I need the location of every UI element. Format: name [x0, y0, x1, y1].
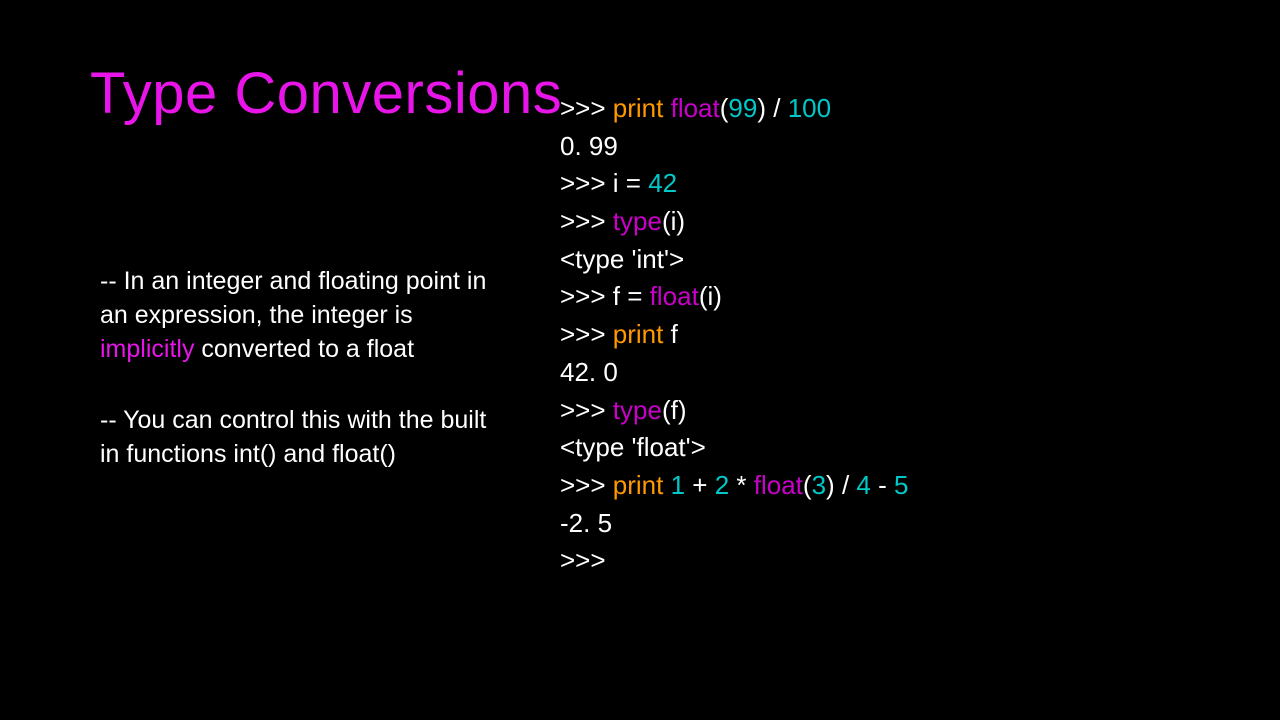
space [663, 93, 670, 123]
op-star: * [729, 470, 754, 500]
num-99: 99 [728, 93, 757, 123]
prompt: >>> [560, 93, 613, 123]
func-float: float [754, 470, 803, 500]
prompt: >>> [560, 470, 613, 500]
code-line-1: >>> print float(99) / 100 [560, 90, 1260, 128]
rparen: ) [826, 470, 835, 500]
rparen: ) [713, 281, 722, 311]
var-f: f [671, 319, 678, 349]
lparen: ( [803, 470, 812, 500]
prompt: >>> [560, 281, 613, 311]
space [663, 470, 670, 500]
bullet-1: -- In an integer and floating point in a… [100, 265, 500, 366]
num-1: 1 [671, 470, 685, 500]
var-f: f [613, 281, 620, 311]
op-eq: = [620, 281, 650, 311]
op-plus: + [685, 470, 715, 500]
func-type: type [613, 395, 662, 425]
op-eq: = [619, 168, 649, 198]
rparen: ) [678, 395, 687, 425]
bullet-1-pre: -- In an integer and floating point in a… [100, 267, 486, 329]
code-line-2: >>> i = 42 [560, 165, 1260, 203]
code-block: >>> print float(99) / 100 0. 99 >>> i = … [560, 90, 1260, 580]
op-div: / [766, 93, 788, 123]
body-text: -- In an integer and floating point in a… [100, 265, 500, 510]
slide-title: Type Conversions [90, 60, 562, 127]
op-div: / [835, 470, 857, 500]
keyword-print: print [613, 319, 664, 349]
num-2: 2 [715, 470, 729, 500]
code-output-5: -2. 5 [560, 505, 1260, 543]
rparen: ) [676, 206, 685, 236]
keyword-print: print [613, 470, 664, 500]
prompt: >>> [560, 206, 613, 236]
expr-i-eq-42: i = 42 [613, 168, 677, 198]
var-f: f [671, 395, 678, 425]
op-minus: - [871, 470, 894, 500]
lparen: ( [662, 395, 671, 425]
num-3: 3 [812, 470, 826, 500]
keyword-print: print [613, 93, 664, 123]
num-5: 5 [894, 470, 908, 500]
num-42: 42 [648, 168, 677, 198]
code-line-3: >>> type(i) [560, 203, 1260, 241]
slide: Type Conversions -- In an integer and fl… [0, 0, 1280, 720]
prompt: >>> [560, 319, 613, 349]
bullet-1-post: converted to a float [194, 335, 414, 363]
num-100: 100 [788, 93, 831, 123]
rparen: ) [757, 93, 766, 123]
code-output-3: 42. 0 [560, 354, 1260, 392]
code-line-5: >>> print f [560, 316, 1260, 354]
prompt-bare: >>> [560, 545, 606, 575]
code-line-4: >>> f = float(i) [560, 278, 1260, 316]
code-line-6: >>> type(f) [560, 392, 1260, 430]
code-line-7: >>> print 1 + 2 * float(3) / 4 - 5 [560, 467, 1260, 505]
bullet-1-emph: implicitly [100, 335, 194, 363]
func-float: float [650, 281, 699, 311]
code-output-1: 0. 99 [560, 128, 1260, 166]
bullet-2: -- You can control this with the built i… [100, 404, 500, 472]
prompt: >>> [560, 395, 613, 425]
prompt: >>> [560, 168, 613, 198]
func-type: type [613, 206, 662, 236]
space [663, 319, 670, 349]
lparen: ( [662, 206, 671, 236]
code-output-4: <type 'float'> [560, 429, 1260, 467]
code-output-2: <type 'int'> [560, 241, 1260, 279]
num-4: 4 [856, 470, 870, 500]
func-float: float [671, 93, 720, 123]
code-line-8: >>> [560, 542, 1260, 580]
